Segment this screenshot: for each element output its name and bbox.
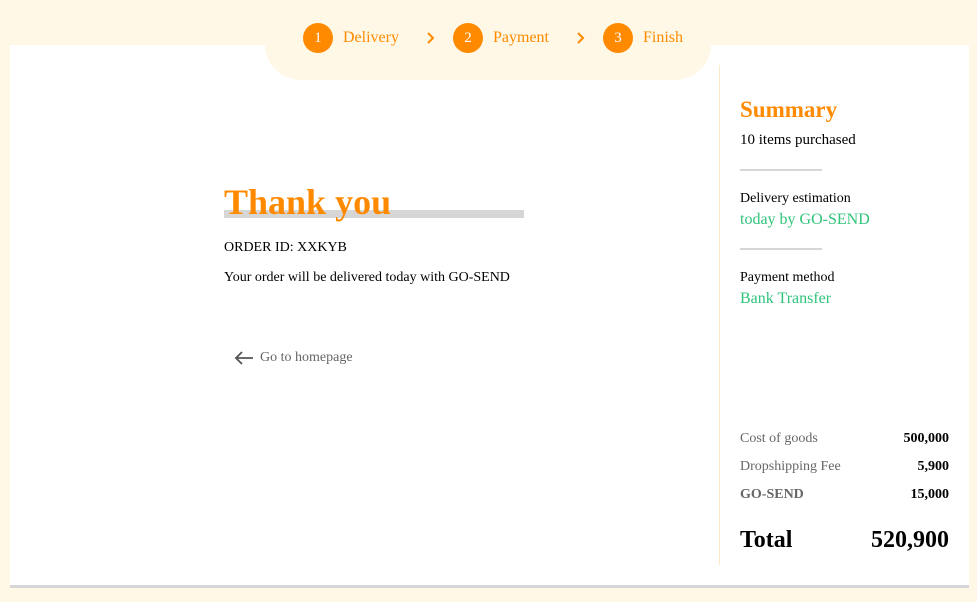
cost-value: 15,000 <box>910 487 950 502</box>
summary-divider <box>740 248 822 250</box>
cost-label: GO-SEND <box>740 487 804 502</box>
payment-method-label: Payment method <box>740 270 835 285</box>
cost-value: 5,900 <box>917 459 950 474</box>
step-label: Payment <box>493 29 549 46</box>
step-label: Finish <box>643 29 684 46</box>
order-summary: Summary 10 items purchased Delivery esti… <box>740 96 950 308</box>
cost-row-goods: Cost of goods 500,000 <box>740 431 949 447</box>
chevron-right-icon <box>577 32 585 44</box>
page-title: Thank you <box>224 182 392 222</box>
delivery-estimation-value: today by GO-SEND <box>740 211 870 228</box>
vertical-divider <box>719 65 720 565</box>
arrow-left-icon <box>234 351 253 365</box>
summary-divider <box>740 169 822 171</box>
payment-method-value: Bank Transfer <box>740 290 832 307</box>
step-payment: 2 Payment <box>453 23 549 53</box>
total-row: Total 520,900 <box>740 527 949 554</box>
step-number: 1 <box>303 23 333 53</box>
chevron-right-icon <box>427 32 435 44</box>
step-label: Delivery <box>343 29 399 46</box>
go-to-homepage-link[interactable]: Go to homepage <box>234 350 353 366</box>
step-finish: 3 Finish <box>603 23 683 53</box>
total-label: Total <box>740 527 793 553</box>
homepage-link-label: Go to homepage <box>260 350 353 365</box>
checkout-stepper: 1 Delivery 2 Payment 3 Finish <box>265 0 711 80</box>
thank-you-block: Thank you <box>224 180 391 224</box>
step-delivery: 1 Delivery <box>303 23 399 53</box>
step-number: 3 <box>603 23 633 53</box>
order-id: ORDER ID: XXKYB <box>224 240 347 255</box>
summary-title: Summary <box>740 97 838 122</box>
delivery-estimation-label: Delivery estimation <box>740 191 851 206</box>
step-number: 2 <box>453 23 483 53</box>
cost-label: Cost of goods <box>740 431 818 446</box>
total-value: 520,900 <box>871 527 949 553</box>
cost-value: 500,000 <box>903 431 950 446</box>
cost-row-dropshipping: Dropshipping Fee 5,900 <box>740 459 949 475</box>
cost-label: Dropshipping Fee <box>740 459 841 474</box>
delivery-message: Your order will be delivered today with … <box>224 270 510 285</box>
items-purchased: 10 items purchased <box>740 132 856 148</box>
cost-row-shipping: GO-SEND 15,000 <box>740 487 949 503</box>
